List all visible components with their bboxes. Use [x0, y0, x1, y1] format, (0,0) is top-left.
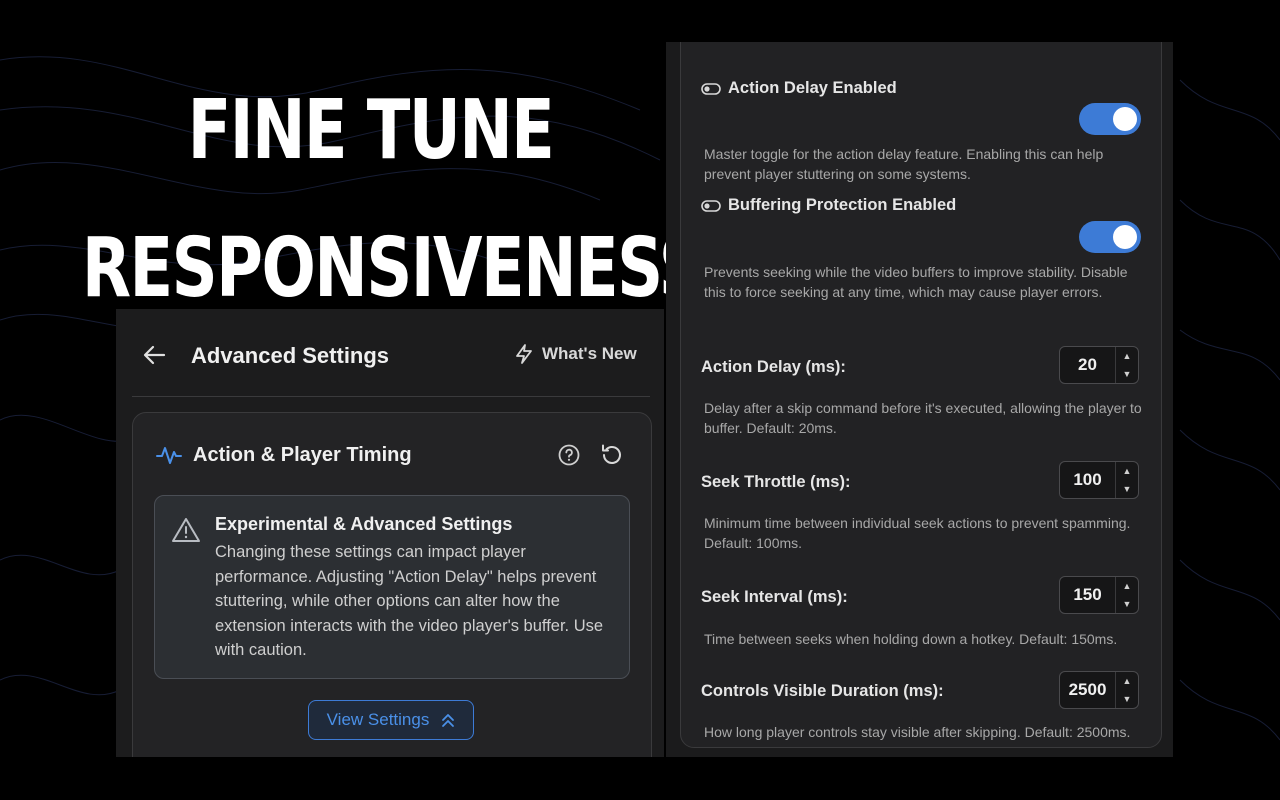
- whats-new-label: What's New: [542, 344, 637, 363]
- toggle-icon: [701, 82, 721, 95]
- panel-header: Advanced Settings What's New: [116, 309, 664, 397]
- stepper-up-icon[interactable]: ▲: [1116, 672, 1138, 690]
- settings-panel: Action Delay Enabled Master toggle for t…: [666, 42, 1173, 757]
- headline-line-1: FINE TUNE: [187, 83, 555, 178]
- back-button[interactable]: [142, 343, 168, 367]
- view-settings-label: View Settings: [326, 710, 430, 729]
- card-title: Action & Player Timing: [193, 444, 412, 466]
- action-delay-label: Action Delay (ms):: [701, 358, 846, 376]
- back-arrow-icon: [143, 345, 166, 365]
- page-title: Advanced Settings: [191, 343, 390, 368]
- stepper-arrows: ▲ ▼: [1115, 672, 1138, 708]
- seek-interval-value[interactable]: 150: [1060, 577, 1115, 613]
- controls-visible-value[interactable]: 2500: [1060, 672, 1115, 708]
- buffering-protection-desc: Prevents seeking while the video buffers…: [704, 264, 1128, 300]
- stepper-down-icon[interactable]: ▼: [1116, 365, 1138, 383]
- headline: FINE TUNE RESPONSIVENESS: [82, 62, 705, 338]
- warning-body: Changing these settings can impact playe…: [215, 543, 604, 659]
- seek-throttle-stepper[interactable]: 100 ▲ ▼: [1059, 461, 1139, 499]
- action-delay-enabled-toggle[interactable]: [1079, 103, 1141, 135]
- stepper-down-icon[interactable]: ▼: [1116, 595, 1138, 613]
- controls-visible-stepper[interactable]: 2500 ▲ ▼: [1059, 671, 1139, 709]
- seek-interval-stepper[interactable]: 150 ▲ ▼: [1059, 576, 1139, 614]
- stepper-arrows: ▲ ▼: [1115, 577, 1138, 613]
- controls-visible-label: Controls Visible Duration (ms):: [701, 682, 944, 700]
- toggle-icon: [701, 199, 721, 212]
- buffering-protection-toggle[interactable]: [1079, 221, 1141, 253]
- help-circle-icon[interactable]: [557, 443, 581, 467]
- whats-new-button[interactable]: What's New: [514, 343, 637, 365]
- warning-title: Experimental & Advanced Settings: [215, 514, 513, 534]
- buffering-protection-label: Buffering Protection Enabled: [728, 196, 957, 214]
- stepper-arrows: ▲ ▼: [1115, 462, 1138, 498]
- stepper-down-icon[interactable]: ▼: [1116, 690, 1138, 708]
- advanced-settings-panel: Advanced Settings What's New Action & Pl…: [116, 309, 664, 757]
- warning-triangle-icon: [172, 518, 200, 542]
- view-settings-button[interactable]: View Settings: [308, 700, 474, 740]
- controls-visible-desc: How long player controls stay visible af…: [704, 724, 1131, 740]
- seek-throttle-desc: Minimum time between individual seek act…: [704, 515, 1131, 551]
- action-delay-enabled-label-row: Action Delay Enabled: [701, 79, 897, 98]
- timing-card: Action & Player Timing Experimental & Ad…: [132, 412, 652, 757]
- seek-throttle-label: Seek Throttle (ms):: [701, 473, 851, 491]
- action-delay-desc: Delay after a skip command before it's e…: [704, 400, 1142, 436]
- stepper-arrows: ▲ ▼: [1115, 347, 1138, 383]
- toggle-knob: [1113, 107, 1137, 131]
- buffering-protection-label-row: Buffering Protection Enabled: [701, 196, 956, 215]
- action-delay-enabled-desc: Master toggle for the action delay featu…: [704, 146, 1104, 182]
- warning-box: Experimental & Advanced Settings Changin…: [154, 495, 630, 679]
- toggle-knob: [1113, 225, 1137, 249]
- action-delay-enabled-label: Action Delay Enabled: [728, 79, 897, 97]
- stepper-up-icon[interactable]: ▲: [1116, 462, 1138, 480]
- stepper-up-icon[interactable]: ▲: [1116, 577, 1138, 595]
- pulse-icon: [156, 447, 182, 464]
- header-divider: [132, 396, 650, 397]
- seek-throttle-value[interactable]: 100: [1060, 462, 1115, 498]
- action-delay-stepper[interactable]: 20 ▲ ▼: [1059, 346, 1139, 384]
- action-delay-value[interactable]: 20: [1060, 347, 1115, 383]
- stepper-up-icon[interactable]: ▲: [1116, 347, 1138, 365]
- seek-interval-label: Seek Interval (ms):: [701, 588, 848, 606]
- chevrons-up-icon: [442, 714, 455, 727]
- reset-icon[interactable]: [599, 442, 625, 468]
- lightning-icon: [516, 344, 532, 364]
- settings-card: Action Delay Enabled Master toggle for t…: [680, 42, 1162, 748]
- seek-interval-desc: Time between seeks when holding down a h…: [704, 631, 1118, 647]
- stepper-down-icon[interactable]: ▼: [1116, 480, 1138, 498]
